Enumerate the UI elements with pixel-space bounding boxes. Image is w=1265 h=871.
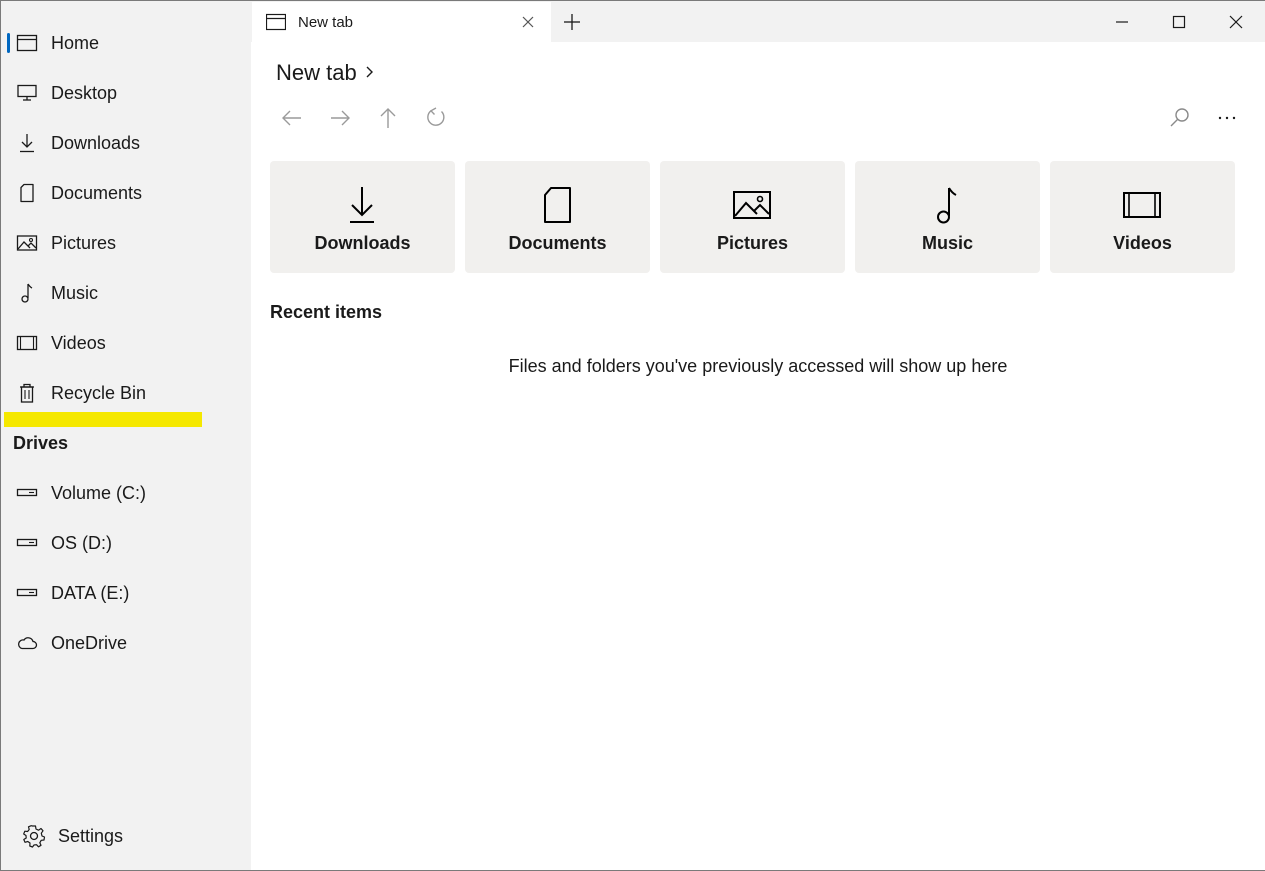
tab-title: New tab: [298, 13, 354, 31]
search-icon[interactable]: [1168, 106, 1192, 130]
picture-icon: [732, 185, 772, 225]
card-label: Pictures: [716, 233, 789, 253]
file-explorer-window: Home Desktop Downloads Documents Picture…: [0, 0, 1265, 871]
settings-button[interactable]: Settings: [1, 816, 251, 856]
more-options-icon[interactable]: [1215, 106, 1239, 130]
settings-label: Settings: [58, 825, 124, 846]
home-icon: [16, 32, 38, 54]
tab-new-tab[interactable]: New tab: [252, 2, 551, 42]
recent-items-header: Recent items: [270, 302, 383, 322]
card-music[interactable]: Music: [855, 161, 1040, 273]
card-documents[interactable]: Documents: [465, 161, 650, 273]
drives-header: Drives: [13, 433, 69, 453]
sidebar-item-home[interactable]: Home: [1, 23, 251, 63]
sidebar-item-documents[interactable]: Documents: [1, 173, 251, 213]
sidebar-item-label: Documents: [51, 182, 143, 203]
maximize-icon[interactable]: [1168, 11, 1190, 33]
tab-icon: [265, 13, 287, 36]
sidebar-item-label: OS (D:): [51, 532, 112, 553]
sidebar-item-volume-c[interactable]: Volume (C:): [1, 473, 251, 513]
cloud-icon: [16, 632, 38, 654]
sidebar-item-label: Downloads: [51, 132, 141, 153]
drive-icon: [16, 582, 38, 604]
breadcrumb[interactable]: New tab: [276, 60, 375, 86]
sidebar-item-label: Volume (C:): [51, 482, 147, 503]
drive-icon: [16, 482, 38, 504]
close-icon[interactable]: [1225, 11, 1247, 33]
sidebar-item-label: DATA (E:): [51, 582, 130, 603]
highlight-marker: [4, 412, 202, 427]
document-icon: [537, 185, 577, 225]
minimize-icon[interactable]: [1111, 11, 1133, 33]
card-label: Downloads: [314, 233, 411, 253]
card-label: Videos: [1113, 233, 1172, 253]
card-label: Music: [921, 233, 973, 253]
active-indicator: [7, 33, 10, 53]
sidebar-item-data-e[interactable]: DATA (E:): [1, 573, 251, 613]
sidebar: Home Desktop Downloads Documents Picture…: [1, 1, 251, 870]
chevron-right-icon: [365, 65, 375, 84]
sidebar-item-music[interactable]: Music: [1, 273, 251, 313]
sidebar-item-videos[interactable]: Videos: [1, 323, 251, 363]
sidebar-item-pictures[interactable]: Pictures: [1, 223, 251, 263]
recycle-bin-icon: [16, 382, 38, 404]
picture-icon: [16, 232, 38, 254]
sidebar-item-onedrive[interactable]: OneDrive: [1, 623, 251, 663]
sidebar-item-os-d[interactable]: OS (D:): [1, 523, 251, 563]
add-tab-icon[interactable]: [561, 11, 583, 33]
sidebar-item-label: Videos: [51, 332, 106, 353]
document-icon: [16, 182, 38, 204]
desktop-icon: [16, 82, 38, 104]
card-downloads[interactable]: Downloads: [270, 161, 455, 273]
download-icon: [16, 132, 38, 154]
music-icon: [16, 282, 38, 304]
card-videos[interactable]: Videos: [1050, 161, 1235, 273]
back-arrow-icon[interactable]: [280, 106, 304, 130]
refresh-icon[interactable]: [424, 106, 448, 130]
video-icon: [1122, 185, 1162, 225]
sidebar-item-desktop[interactable]: Desktop: [1, 73, 251, 113]
video-icon: [16, 332, 38, 354]
sidebar-item-downloads[interactable]: Downloads: [1, 123, 251, 163]
card-label: Documents: [508, 233, 607, 253]
sidebar-item-label: Music: [51, 282, 99, 303]
main-content: New tab Downloads Documents Pictures Mus…: [251, 42, 1265, 870]
gear-icon: [22, 824, 46, 848]
breadcrumb-title: New tab: [276, 60, 357, 85]
tab-close-icon[interactable]: [520, 14, 536, 30]
up-arrow-icon[interactable]: [376, 106, 400, 130]
sidebar-item-label: OneDrive: [51, 632, 128, 653]
card-pictures[interactable]: Pictures: [660, 161, 845, 273]
download-icon: [342, 185, 382, 225]
forward-arrow-icon[interactable]: [328, 106, 352, 130]
recent-empty-message: Files and folders you've previously acce…: [508, 356, 1008, 376]
sidebar-item-label: Desktop: [51, 82, 118, 103]
music-icon: [927, 185, 967, 225]
sidebar-item-recycle-bin[interactable]: Recycle Bin: [1, 373, 251, 413]
title-bar: New tab: [251, 1, 1265, 42]
sidebar-item-label: Home: [51, 32, 100, 53]
drive-icon: [16, 532, 38, 554]
sidebar-item-label: Recycle Bin: [51, 382, 147, 403]
sidebar-item-label: Pictures: [51, 232, 117, 253]
